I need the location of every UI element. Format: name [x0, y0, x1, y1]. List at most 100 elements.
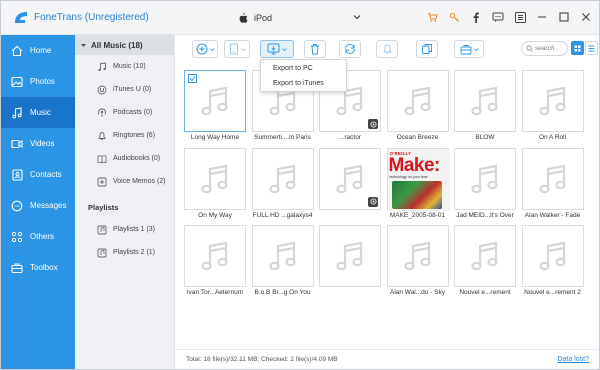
subnav-item-playlist-2[interactable]: Playlists 2 (1)	[75, 241, 174, 264]
nav-item-label: Toolbox	[30, 263, 58, 272]
file-summary: Total: 18 file(s)/32.11 MB; Checked: 2 f…	[186, 356, 338, 363]
delete-button[interactable]	[304, 40, 326, 58]
track-tile[interactable]: FULL HD ...galaxys4	[251, 147, 314, 222]
data-lost-link[interactable]: Data lost?	[557, 356, 589, 363]
track-tile[interactable]: O'REILLY Make: technology on your time MAKE…	[386, 147, 450, 222]
track-thumbnail[interactable]	[184, 147, 246, 210]
videos-icon	[10, 137, 24, 151]
music-note-icon	[538, 241, 566, 271]
chat-icon[interactable]	[491, 10, 505, 24]
track-tile[interactable]: Nouvel e...rement	[454, 225, 516, 299]
nav-item-videos[interactable]: Videos	[1, 128, 75, 159]
track-thumbnail[interactable]	[184, 70, 246, 132]
track-thumbnail[interactable]: O'REILLY Make: technology on your time	[386, 147, 450, 211]
grid-view-button[interactable]	[571, 41, 584, 55]
track-thumbnail[interactable]	[521, 147, 584, 210]
track-thumbnail[interactable]	[251, 225, 314, 287]
track-thumbnail[interactable]	[454, 225, 516, 287]
track-thumbnail[interactable]	[319, 147, 381, 210]
add-icon	[196, 43, 207, 55]
track-tile[interactable]: Ivan Tor...Aeternum	[184, 225, 246, 299]
music-note-icon	[201, 86, 228, 116]
list-view-icon	[588, 45, 595, 51]
list-view-button[interactable]	[585, 41, 598, 55]
nav-item-contacts[interactable]: Contacts	[1, 159, 75, 190]
music-note-icon	[97, 62, 107, 72]
subnav-item-podcasts[interactable]: Podcasts (0)	[75, 101, 174, 124]
nav-item-messages[interactable]: Messages	[1, 190, 75, 221]
track-tile[interactable]: Ocean Breeze	[386, 70, 449, 144]
key-icon[interactable]	[447, 10, 461, 24]
track-thumbnail[interactable]	[251, 147, 314, 210]
refresh-button[interactable]	[339, 40, 361, 58]
toolbar	[176, 35, 599, 63]
selection-checkbox[interactable]	[188, 74, 197, 83]
chevron-down-icon[interactable]	[352, 12, 362, 22]
nav-item-label: Music	[30, 108, 51, 117]
track-tile[interactable]: Alan Walker - Fade	[521, 147, 584, 222]
track-tile[interactable]: Alan Wal...do - Sky	[386, 225, 449, 299]
all-music-header[interactable]: All Music (18)	[75, 35, 174, 55]
subnav-item-label: Voice Memos (2)	[113, 178, 166, 185]
nav-item-others[interactable]: Others	[1, 221, 75, 252]
subnav-item-ringtones[interactable]: Ringtones (6)	[75, 124, 174, 147]
copy-icon	[422, 44, 432, 54]
track-thumbnail[interactable]	[184, 225, 246, 287]
facebook-icon[interactable]	[469, 10, 483, 24]
export-to-pc-icon	[267, 43, 280, 55]
podcast-icon	[97, 108, 107, 118]
chevron-down-icon	[282, 47, 287, 51]
track-tile[interactable]: Long Way Home	[184, 70, 246, 144]
nav-item-photos[interactable]: Photos	[1, 66, 75, 97]
subnav-item-voice-memos[interactable]: Voice Memos (2)	[75, 170, 174, 193]
nav-item-toolbox[interactable]: Toolbox	[1, 252, 75, 283]
track-thumbnail[interactable]	[454, 147, 516, 210]
search-icon	[526, 45, 533, 52]
track-thumbnail[interactable]	[386, 70, 449, 132]
photos-icon	[10, 75, 24, 89]
track-name: Alan Walker - Fade	[524, 211, 581, 219]
track-thumbnail[interactable]	[521, 225, 584, 287]
search-input[interactable]	[535, 45, 567, 52]
track-tile[interactable]	[319, 147, 381, 222]
export-to-pc-item[interactable]: Export to PC	[261, 61, 346, 76]
subnav-item-audiobooks[interactable]: Audiobooks (0)	[75, 147, 174, 170]
subnav-item-itunes-u[interactable]: iTunes U (0)	[75, 78, 174, 101]
ringtone-maker-button[interactable]	[376, 40, 398, 58]
transfer-to-device-button[interactable]	[224, 40, 250, 58]
grid-view-icon	[574, 45, 581, 51]
close-icon[interactable]	[579, 10, 593, 24]
subnav-item-label: iTunes U (0)	[113, 86, 152, 93]
track-thumbnail[interactable]	[454, 70, 516, 132]
subnav-item-label: Ringtones (6)	[113, 132, 156, 139]
track-tile[interactable]: BLOW	[454, 70, 516, 144]
chevron-down-icon	[209, 47, 215, 51]
track-tile[interactable]	[319, 225, 381, 299]
track-thumbnail[interactable]	[319, 225, 381, 287]
caret-down-icon	[81, 43, 86, 47]
subnav-item-music[interactable]: Music (10)	[75, 55, 174, 78]
track-tile[interactable]: B.o.B Br...g On You	[251, 225, 314, 299]
add-button[interactable]	[192, 40, 218, 58]
search-box[interactable]	[521, 41, 568, 56]
track-tile[interactable]: Nouvel e...rement 2	[521, 225, 584, 299]
device-selector[interactable]: iPod	[239, 11, 272, 25]
track-thumbnail[interactable]	[521, 70, 584, 132]
maximize-icon[interactable]	[557, 10, 571, 24]
track-name: BLOW	[475, 134, 495, 141]
track-tile[interactable]: On A Roll	[521, 70, 584, 144]
track-tile[interactable]: On My Way	[184, 147, 246, 222]
subnav-item-playlist-1[interactable]: Playlists 1 (3)	[75, 218, 174, 241]
minimize-icon[interactable]	[535, 10, 549, 24]
duplicate-button[interactable]	[416, 40, 438, 58]
export-to-itunes-item[interactable]: Export to iTunes	[261, 76, 346, 91]
track-thumbnail[interactable]	[386, 225, 449, 287]
track-tile[interactable]: Jad MEID...lt's Over	[454, 147, 516, 222]
cart-icon[interactable]	[425, 10, 439, 24]
nav-item-music[interactable]: Music	[1, 97, 75, 128]
toolbox-button[interactable]	[454, 40, 484, 58]
music-note-icon	[538, 164, 566, 193]
menu-icon[interactable]	[513, 10, 527, 24]
nav-item-home[interactable]: Home	[1, 35, 75, 66]
export-button[interactable]	[260, 40, 294, 58]
